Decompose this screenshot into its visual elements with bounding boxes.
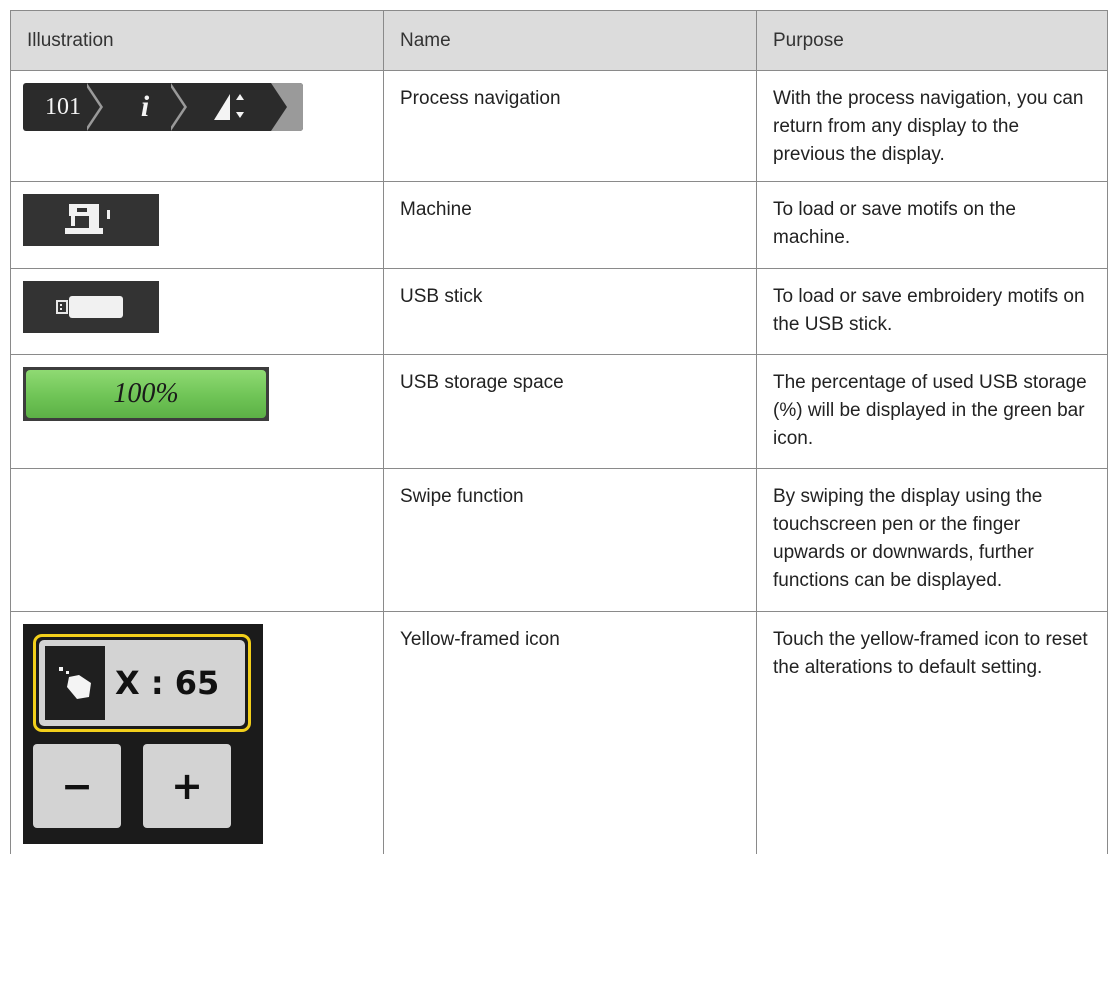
storage-bar-icon: 100% — [23, 367, 269, 421]
sewing-machine-icon — [23, 194, 159, 246]
reset-button: X : 65 — [39, 640, 245, 726]
name-cell: USB stick — [383, 268, 757, 355]
name-cell: Machine — [383, 181, 757, 269]
reference-table: Illustration Name Purpose 101 i Process … — [10, 10, 1108, 854]
table-row: 100% USB storage space The percentage of… — [10, 354, 1108, 469]
purpose-cell: With the process navigation, you can ret… — [756, 70, 1108, 182]
illustration-cell — [10, 181, 384, 269]
purpose-cell: To load or save embroidery motifs on the… — [756, 268, 1108, 355]
purpose-cell: To load or save motifs on the machine. — [756, 181, 1108, 269]
illustration-cell — [10, 268, 384, 355]
storage-bar-fill: 100% — [26, 370, 266, 418]
x-value: X : 65 — [115, 664, 220, 702]
header-purpose: Purpose — [756, 10, 1108, 71]
table-header-row: Illustration Name Purpose — [10, 10, 1108, 71]
illustration-cell — [10, 468, 384, 612]
plus-button: + — [143, 744, 231, 828]
illustration-cell: X : 65 − + — [10, 611, 384, 854]
table-row: X : 65 − + Yellow-framed icon Touch the … — [10, 611, 1108, 854]
name-cell: Yellow-framed icon — [383, 611, 757, 854]
minus-button: − — [33, 744, 121, 828]
touch-hand-icon — [45, 646, 105, 720]
purpose-cell: The percentage of used USB storage (%) w… — [756, 354, 1108, 469]
purpose-cell: Touch the yellow-framed icon to reset th… — [756, 611, 1108, 854]
illustration-cell: 100% — [10, 354, 384, 469]
table-row: 101 i Process navigation With the proces… — [10, 70, 1108, 182]
header-name: Name — [383, 10, 757, 71]
name-cell: Swipe function — [383, 468, 757, 612]
process-navigation-icon: 101 i — [23, 83, 303, 131]
table-row: USB stick To load or save embroidery mot… — [10, 268, 1108, 355]
table-row: Swipe function By swiping the display us… — [10, 468, 1108, 612]
yellow-framed-icon: X : 65 − + — [23, 624, 263, 844]
name-cell: Process navigation — [383, 70, 757, 182]
stitch-adjust-icon — [187, 83, 271, 131]
name-cell: USB storage space — [383, 354, 757, 469]
usb-stick-icon — [23, 281, 159, 333]
header-illustration: Illustration — [10, 10, 384, 71]
yellow-frame: X : 65 — [33, 634, 251, 732]
table-row: Machine To load or save motifs on the ma… — [10, 181, 1108, 269]
purpose-cell: By swiping the display using the touchsc… — [756, 468, 1108, 612]
illustration-cell: 101 i — [10, 70, 384, 182]
